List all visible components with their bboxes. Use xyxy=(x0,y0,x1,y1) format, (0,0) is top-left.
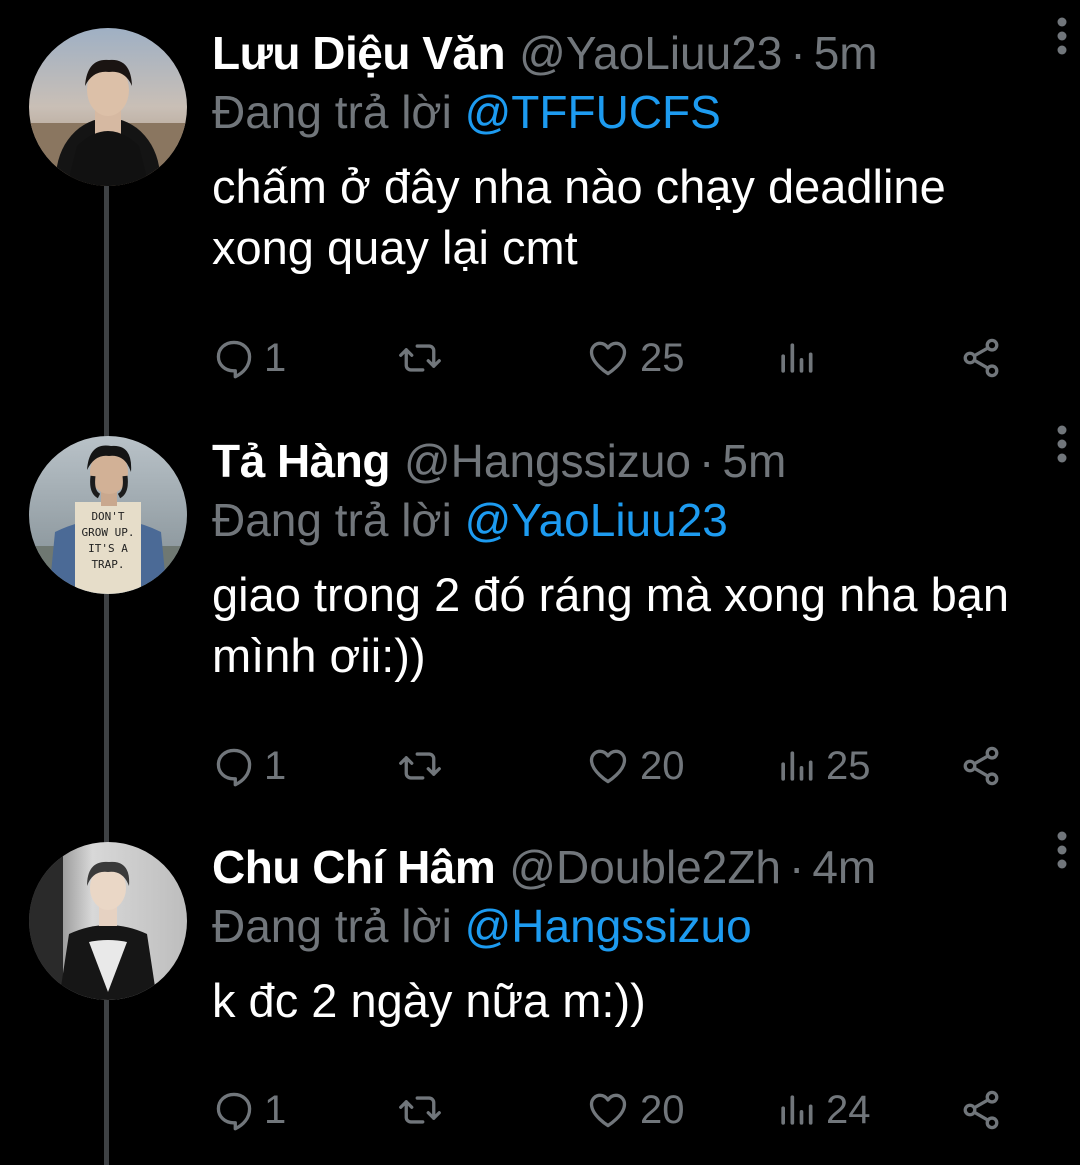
reply-count: 1 xyxy=(264,1087,287,1132)
reply-count: 1 xyxy=(264,335,287,380)
like-button[interactable]: 20 xyxy=(584,1080,685,1140)
tweet[interactable]: DON'T GROW UP. IT'S A TRAP. Tả Hàng @Han… xyxy=(0,408,1080,820)
timestamp[interactable]: 4m xyxy=(812,838,876,896)
tweet-header: Tả Hàng @Hangssizuo · 5m xyxy=(212,432,1042,490)
share-icon xyxy=(963,338,999,378)
reply-button[interactable]: 1 xyxy=(212,328,286,388)
retweet-icon xyxy=(399,1096,441,1124)
like-button[interactable]: 25 xyxy=(584,328,685,388)
separator: · xyxy=(790,27,806,79)
reply-mention[interactable]: @TFFUCFS xyxy=(465,86,721,138)
views-button[interactable]: 24 xyxy=(774,1080,871,1140)
views-button[interactable]: 25 xyxy=(774,736,871,796)
views-icon xyxy=(781,343,813,373)
reply-icon xyxy=(216,748,252,787)
like-icon xyxy=(589,341,627,376)
reply-icon xyxy=(216,1092,252,1131)
like-icon xyxy=(589,1093,627,1128)
retweet-icon xyxy=(399,344,441,372)
tweet-text: k đc 2 ngày nữa m:)) xyxy=(212,974,646,1027)
display-name[interactable]: Lưu Diệu Văn xyxy=(212,24,506,82)
user-handle[interactable]: @Hangssizuo xyxy=(404,432,691,490)
retweet-button[interactable] xyxy=(396,328,452,388)
tweet-actions: 1 20 25 xyxy=(212,736,1012,796)
svg-text:DON'T: DON'T xyxy=(91,510,124,523)
avatar[interactable]: DON'T GROW UP. IT'S A TRAP. xyxy=(29,436,187,594)
like-button[interactable]: 20 xyxy=(584,736,685,796)
reply-button[interactable]: 1 xyxy=(212,736,286,796)
display-name[interactable]: Chu Chí Hâm xyxy=(212,838,496,896)
retweet-button[interactable] xyxy=(396,736,452,796)
tweet-content: Lưu Diệu Văn @YaoLiuu23 · 5m Đang trả lờ… xyxy=(212,24,1042,278)
reply-mention[interactable]: @YaoLiuu23 xyxy=(465,494,728,546)
reply-context: Đang trả lời @YaoLiuu23 xyxy=(212,490,1042,550)
tweet-content: Chu Chí Hâm @Double2Zh · 4m Đang trả lời… xyxy=(212,838,1042,1031)
reply-prefix: Đang trả lời xyxy=(212,900,452,952)
share-icon xyxy=(963,746,999,786)
share-icon xyxy=(963,1090,999,1130)
separator: · xyxy=(789,841,805,893)
timestamp[interactable]: 5m xyxy=(814,24,878,82)
retweet-icon xyxy=(399,752,441,780)
display-name[interactable]: Tả Hàng xyxy=(212,432,390,490)
avatar[interactable] xyxy=(29,28,187,186)
reply-context: Đang trả lời @Hangssizuo xyxy=(212,896,1042,956)
tweet-actions: 1 20 24 xyxy=(212,1080,1012,1140)
tweet-actions: 1 25 xyxy=(212,328,1012,388)
like-count: 20 xyxy=(640,1087,685,1132)
share-button[interactable] xyxy=(958,736,1004,796)
reply-prefix: Đang trả lời xyxy=(212,494,452,546)
share-button[interactable] xyxy=(958,1080,1004,1140)
tweet-header: Chu Chí Hâm @Double2Zh · 4m xyxy=(212,838,1042,896)
tweet-text: giao trong 2 đó ráng mà xong nha bạn mìn… xyxy=(212,568,1009,682)
avatar-photo: DON'T GROW UP. IT'S A TRAP. xyxy=(29,436,187,594)
views-icon xyxy=(781,751,813,781)
user-handle[interactable]: @Double2Zh xyxy=(509,838,781,896)
more-icon[interactable] xyxy=(1056,16,1068,56)
reply-prefix: Đang trả lời xyxy=(212,86,452,138)
like-count: 20 xyxy=(640,743,685,788)
avatar[interactable] xyxy=(29,842,187,1000)
like-count: 25 xyxy=(640,335,685,380)
share-button[interactable] xyxy=(958,328,1004,388)
views-count: 25 xyxy=(826,743,871,788)
reply-button[interactable]: 1 xyxy=(212,1080,286,1140)
tweet-header: Lưu Diệu Văn @YaoLiuu23 · 5m xyxy=(212,24,1042,82)
reply-context: Đang trả lời @TFFUCFS xyxy=(212,82,1042,142)
svg-text:GROW UP.: GROW UP. xyxy=(82,526,135,539)
more-icon[interactable] xyxy=(1056,424,1068,464)
separator: · xyxy=(699,435,715,487)
reply-icon xyxy=(216,340,252,379)
tweet-content: Tả Hàng @Hangssizuo · 5m Đang trả lời @Y… xyxy=(212,432,1042,686)
retweet-button[interactable] xyxy=(396,1080,452,1140)
svg-text:IT'S A: IT'S A xyxy=(88,542,128,555)
reply-count: 1 xyxy=(264,743,287,788)
views-icon xyxy=(781,1095,813,1125)
like-icon xyxy=(589,749,627,784)
user-handle[interactable]: @YaoLiuu23 xyxy=(519,24,782,82)
avatar-photo xyxy=(29,28,187,186)
views-count: 24 xyxy=(826,1087,871,1132)
tweet[interactable]: Chu Chí Hâm @Double2Zh · 4m Đang trả lời… xyxy=(0,814,1080,1165)
tweet-thread: Lưu Diệu Văn @YaoLiuu23 · 5m Đang trả lờ… xyxy=(0,0,1080,1165)
avatar-photo xyxy=(29,842,187,1000)
more-icon[interactable] xyxy=(1056,830,1068,870)
tweet-text: chấm ở đây nha nào chạy deadline xong qu… xyxy=(212,160,946,274)
svg-text:TRAP.: TRAP. xyxy=(91,558,124,571)
tweet[interactable]: Lưu Diệu Văn @YaoLiuu23 · 5m Đang trả lờ… xyxy=(0,0,1080,412)
timestamp[interactable]: 5m xyxy=(722,432,786,490)
reply-mention[interactable]: @Hangssizuo xyxy=(465,900,752,952)
views-button[interactable] xyxy=(774,328,826,388)
